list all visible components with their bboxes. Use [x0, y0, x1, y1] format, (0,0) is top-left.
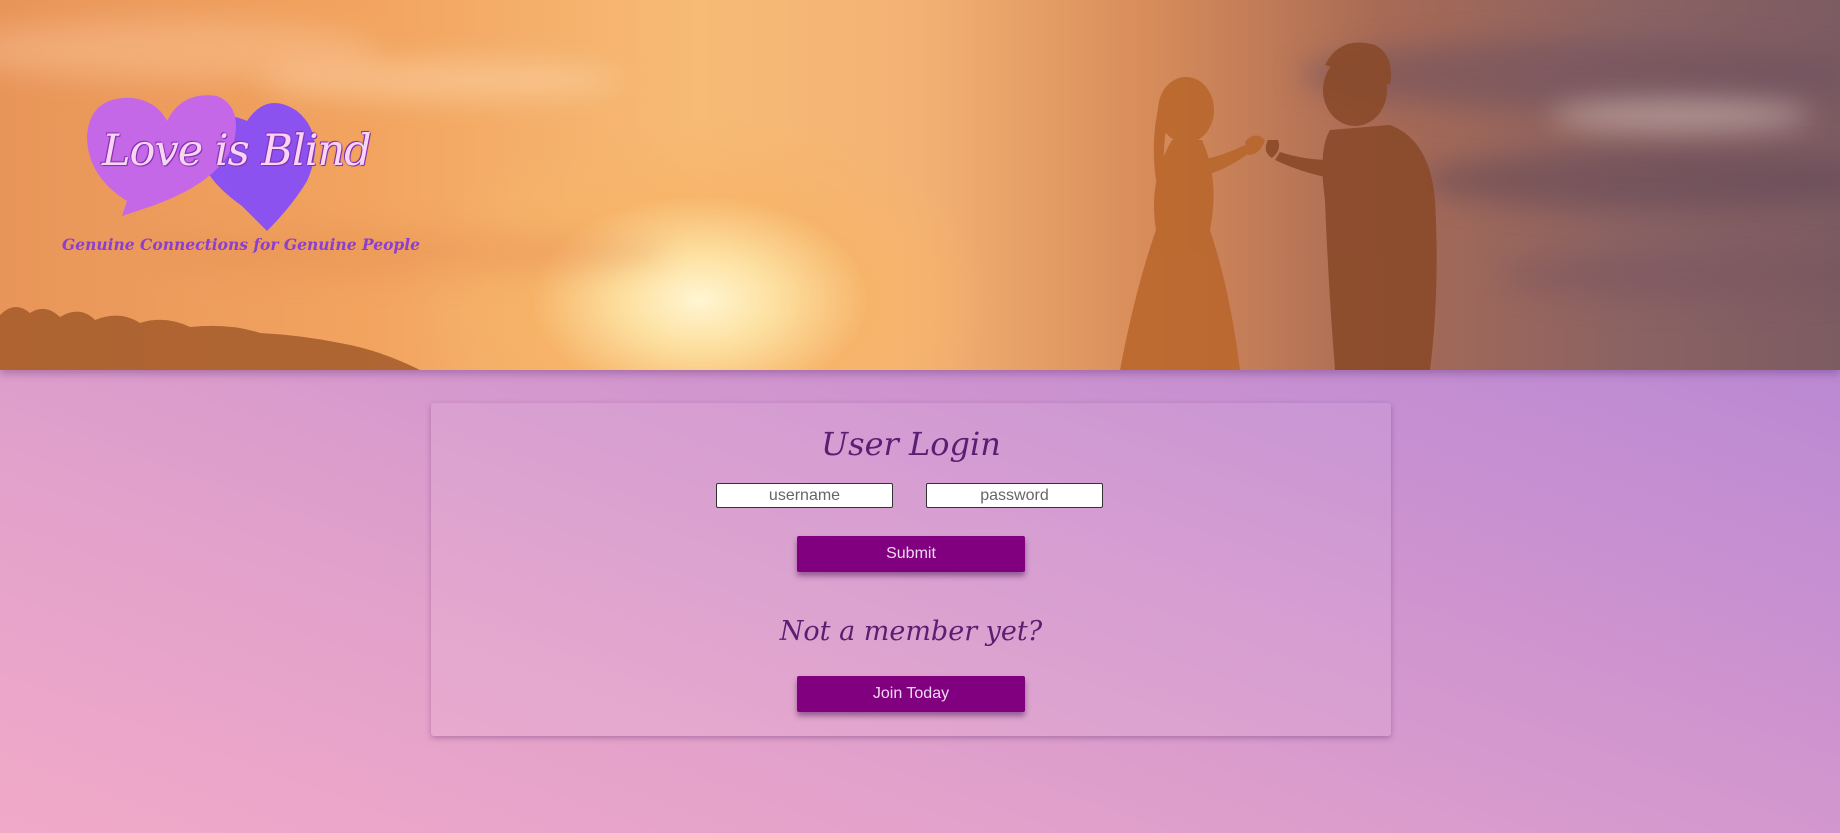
- login-title: User Login: [821, 425, 1001, 463]
- site-logo[interactable]: Love is Blind Genuine Connections for Ge…: [62, 86, 420, 261]
- couple-silhouette: [1120, 42, 1437, 370]
- submit-button[interactable]: Submit: [797, 536, 1025, 572]
- logo-title: Love is Blind: [102, 126, 372, 176]
- username-input[interactable]: [716, 483, 893, 508]
- treeline-silhouette: [0, 306, 420, 370]
- login-card: User Login Submit Not a member yet? Join…: [431, 403, 1391, 736]
- signup-prompt: Not a member yet?: [779, 616, 1043, 647]
- password-input[interactable]: [926, 483, 1103, 508]
- logo-tagline: Genuine Connections for Genuine People: [62, 235, 420, 254]
- join-today-button[interactable]: Join Today: [797, 676, 1025, 712]
